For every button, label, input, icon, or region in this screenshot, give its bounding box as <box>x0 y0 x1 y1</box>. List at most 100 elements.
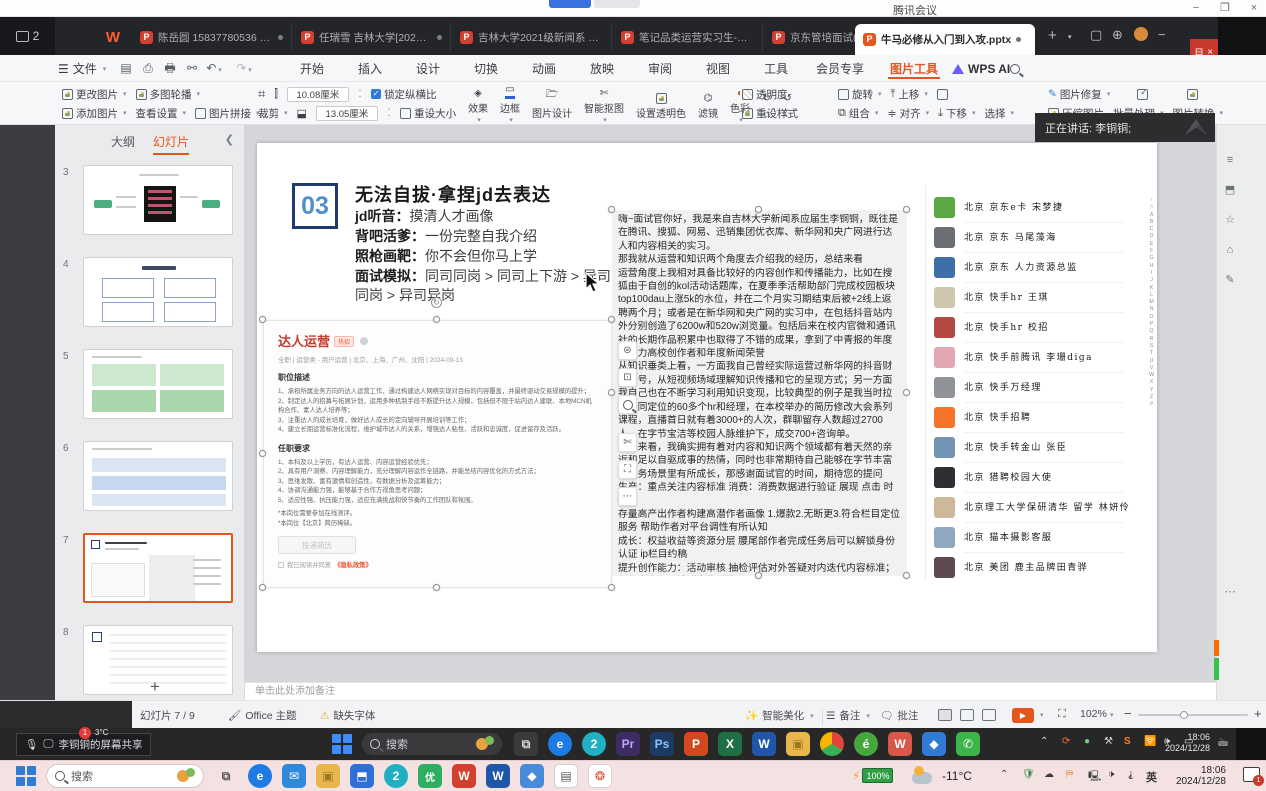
slide-thumbnail-3[interactable] <box>83 165 233 235</box>
slide-thumbnail-4[interactable] <box>83 257 233 327</box>
wps-minimize-button[interactable]: − <box>1158 27 1166 42</box>
edge-icon[interactable]: e <box>548 732 572 756</box>
fit-slide-icon[interactable]: ⛶ <box>1058 708 1066 721</box>
green-tray-icon[interactable]: ● <box>1084 736 1090 747</box>
tab-tools[interactable]: 工具 <box>762 59 790 79</box>
redo-icon[interactable]: ↷ <box>236 61 252 76</box>
group-button[interactable]: ⧉组合 <box>838 106 878 121</box>
save-icon[interactable]: ▤ <box>118 61 134 76</box>
width-input[interactable]: 10.08厘米 <box>287 87 349 102</box>
smart-cutout-button[interactable]: ✄智能抠图 <box>584 84 624 124</box>
meeting-topbar-chip2[interactable] <box>594 0 640 8</box>
align-button[interactable]: ≑对齐 <box>887 106 929 121</box>
tab-insert[interactable]: 插入 <box>356 59 384 79</box>
slides-tab[interactable]: 幻灯片 <box>153 133 189 155</box>
local-clock[interactable]: 18:06 2024/12/28 <box>1176 765 1226 787</box>
tencent-meeting-icon[interactable]: ◆ <box>922 732 946 756</box>
jianying-icon[interactable]: ❂ <box>588 764 612 788</box>
tray-expand-icon[interactable]: ⌃ <box>1040 736 1048 747</box>
close-button[interactable]: × <box>1241 1 1266 16</box>
zoom-caret[interactable] <box>1108 708 1114 720</box>
width-stepper[interactable]: ⌃⌄ <box>358 90 362 98</box>
sogou-tray-icon[interactable]: S <box>1124 736 1131 747</box>
change-picture-button[interactable]: 更改图片 <box>62 87 127 102</box>
job-posting-image[interactable]: 达人运营热招 全职 | 运营类 - 用户运营 | 北京、上海、广州、沈阳 | 2… <box>263 320 612 588</box>
normal-view-icon[interactable] <box>938 709 952 721</box>
selection-pane-icon[interactable] <box>937 89 948 100</box>
zoom-slider[interactable] <box>1138 714 1248 716</box>
missing-font-warning[interactable]: ⚠缺失字体 <box>320 708 375 723</box>
tab-home[interactable]: 开始 <box>298 59 326 79</box>
task-view-icon[interactable]: ⧉ <box>214 764 238 788</box>
weather-icon[interactable] <box>912 772 932 784</box>
preview-icon[interactable]: ⚯ <box>184 61 200 76</box>
resize-handle[interactable] <box>259 450 266 457</box>
layout-icon[interactable]: ▢ <box>1090 27 1102 43</box>
tab-slideshow[interactable]: 放映 <box>588 59 616 79</box>
rail-icon-home[interactable]: ⌂ <box>1223 243 1237 257</box>
doc-tab-2[interactable]: P 任瑞雪 吉林大学[2024122520 <box>293 23 451 52</box>
resize-handle[interactable] <box>903 389 910 396</box>
zoom-level[interactable]: 102% <box>1080 708 1107 720</box>
border-button[interactable]: ▭边框 <box>500 84 520 124</box>
resize-handle[interactable] <box>755 206 762 213</box>
wifi-icon[interactable]: 🛜 <box>1144 736 1156 747</box>
tab-picture-tools[interactable]: 图片工具 <box>888 59 940 79</box>
pc-manager-icon[interactable]: 🖳 <box>1088 769 1101 786</box>
sorter-view-icon[interactable] <box>960 709 974 721</box>
slide-thumbnail-5[interactable] <box>83 349 233 419</box>
add-slide-button[interactable]: + <box>143 677 167 697</box>
rotate-handle[interactable]: ↻ <box>431 297 442 308</box>
resize-handle[interactable] <box>755 572 762 579</box>
reading-view-icon[interactable] <box>982 709 996 721</box>
transparency-button[interactable]: 透明度 <box>742 87 788 102</box>
browser-2345-icon[interactable]: 2 <box>582 732 606 756</box>
notification-center-button[interactable]: 1 <box>1243 767 1260 782</box>
height-input[interactable]: 13.05厘米 <box>316 106 378 121</box>
slideshow-play-button[interactable]: ▶ <box>1012 708 1034 723</box>
taskbar-search[interactable]: 搜索 <box>46 764 204 788</box>
powerpoint-icon[interactable]: P <box>684 732 708 756</box>
browser-360-icon[interactable]: é <box>854 732 878 756</box>
word-icon[interactable]: W <box>486 764 510 788</box>
store-icon[interactable]: ⬒ <box>350 764 374 788</box>
photo-tray-icon[interactable]: ⛿ <box>1066 769 1073 780</box>
export-icon[interactable]: ⎙ <box>140 61 156 76</box>
picture-repair-button[interactable]: ✎图片修复 <box>1048 87 1110 102</box>
weather-temp[interactable]: -11°C <box>942 769 972 783</box>
tab-review[interactable]: 审阅 <box>646 59 674 79</box>
batch-check-icon[interactable]: ✓ <box>1137 89 1148 100</box>
add-picture-button[interactable]: 添加图片 <box>62 106 127 121</box>
file-menu[interactable]: ☰ 文件 <box>58 59 106 78</box>
picture-design-button[interactable]: 🗁图片设计 <box>532 89 572 120</box>
rail-icon-more[interactable]: ⋯ <box>1223 585 1237 599</box>
word-icon[interactable]: W <box>752 732 776 756</box>
undo-icon[interactable]: ↶ <box>206 61 222 76</box>
slide-thumbnail-6[interactable] <box>83 441 233 511</box>
notes-placeholder[interactable]: 单击此处添加备注 <box>245 682 1216 700</box>
restore-button[interactable]: ❐ <box>1212 1 1238 16</box>
script-textbox[interactable]: 嗨~面试官你好，我是来自吉林大学新闻系应届生李铜铜，既往是在腾讯、搜狐、网易、迅… <box>612 210 907 576</box>
resize-handle[interactable] <box>608 316 615 323</box>
reset-size-button[interactable]: 重设大小 <box>400 106 456 121</box>
chrome-icon[interactable] <box>820 732 844 756</box>
tab-close-icon[interactable] <box>278 35 283 40</box>
tab-design[interactable]: 设计 <box>414 59 442 79</box>
share-globe-icon[interactable]: ⊕ <box>1112 27 1123 43</box>
avatar[interactable] <box>1134 27 1148 41</box>
doc-tab-1[interactable]: P 陈岳圆 15837780536 立即到 <box>132 23 292 52</box>
float-crop-icon[interactable]: ⊡ <box>618 368 637 387</box>
wps-home-tab[interactable]: W <box>96 23 130 51</box>
resize-handle[interactable] <box>903 572 910 579</box>
effects-button[interactable]: ◈效果 <box>468 84 488 124</box>
premiere-icon[interactable]: Pr <box>616 732 640 756</box>
crop-mark-icon[interactable]: ⌗ <box>258 86 265 102</box>
youdao-icon[interactable]: 优 <box>418 764 442 788</box>
resize-handle[interactable] <box>259 316 266 323</box>
sync-tray-icon[interactable]: ⟳ <box>1062 736 1070 747</box>
wps-icon[interactable]: W <box>452 764 476 788</box>
task-view-icon[interactable]: ⧉ <box>514 732 538 756</box>
resize-handle[interactable] <box>608 206 615 213</box>
play-options-caret[interactable] <box>1038 708 1044 720</box>
wps-ai-button[interactable]: WPS AI <box>952 59 1010 79</box>
